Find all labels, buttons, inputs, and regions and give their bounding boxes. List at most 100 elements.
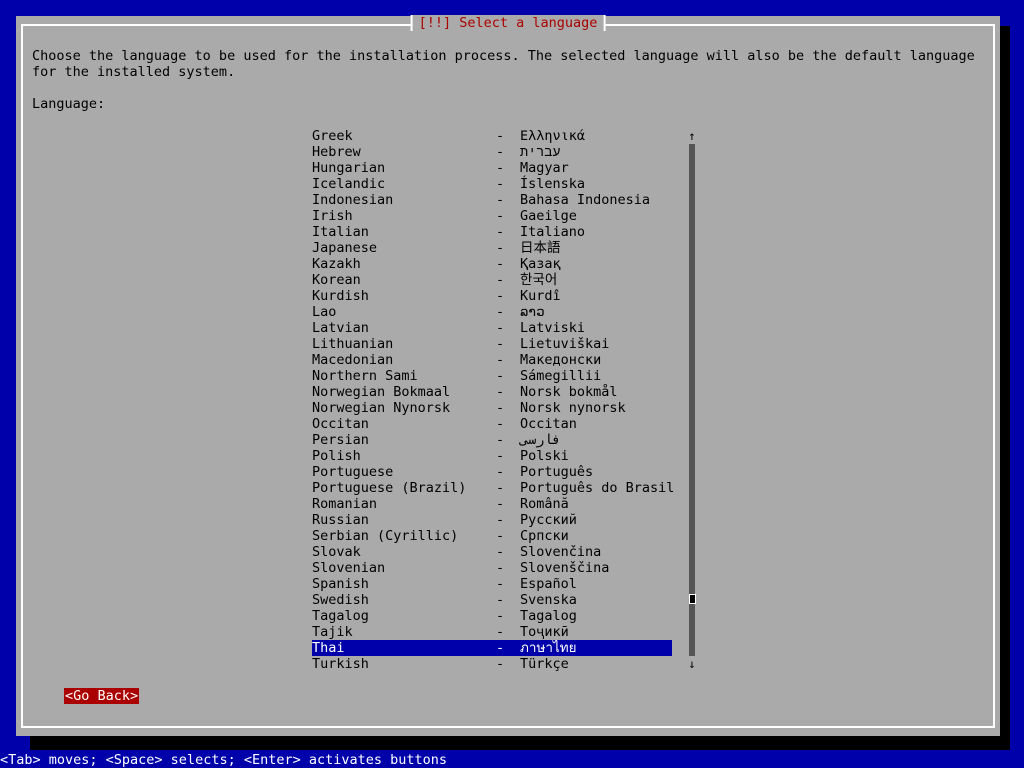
language-native-name: Română — [520, 496, 569, 512]
language-name: Turkish — [312, 656, 369, 672]
list-scrollbar[interactable]: ↑ ↓ — [688, 128, 696, 672]
go-back-button[interactable]: <Go Back> — [64, 688, 140, 704]
separator-dash: - — [496, 624, 505, 640]
language-option[interactable]: Kazakh - Қазақ — [312, 256, 672, 272]
language-native-name: Bahasa Indonesia — [520, 192, 651, 208]
language-option[interactable]: Irish - Gaeilge — [312, 208, 672, 224]
separator-dash: - — [496, 528, 505, 544]
language-option[interactable]: Swedish - Svenska — [312, 592, 672, 608]
language-option[interactable]: Northern Sami - Sámegillii — [312, 368, 672, 384]
language-native-name: Svenska — [520, 592, 577, 608]
language-dialog: [!!] Select a language Choose the langua… — [16, 15, 1000, 736]
language-native-name: فارسی — [520, 432, 561, 448]
separator-dash: - — [496, 320, 505, 336]
dialog-title: [!!] Select a language — [410, 15, 606, 31]
language-name: Portuguese — [312, 464, 394, 480]
language-native-name: Norsk bokmål — [520, 384, 618, 400]
language-name: Greek — [312, 128, 353, 144]
language-option[interactable]: Persian - فارسی — [312, 432, 672, 448]
separator-dash: - — [496, 544, 505, 560]
separator-dash: - — [496, 416, 505, 432]
language-option[interactable]: Kurdish - Kurdî — [312, 288, 672, 304]
language-native-name: 日本語 — [520, 240, 561, 256]
language-native-name: Türkçe — [520, 656, 569, 672]
language-list[interactable]: Greek - Ελληνικά Hebrew - עברית Hungarian - Magy… — [312, 128, 674, 672]
language-option[interactable]: Portuguese (Brazil) - Português do Brasil — [312, 480, 674, 496]
language-native-name: Ελληνικά — [520, 128, 586, 144]
language-native-name: Қазақ — [520, 256, 561, 272]
language-native-name: Gaeilge — [520, 208, 577, 224]
scroll-thumb[interactable] — [689, 594, 696, 604]
scroll-track[interactable] — [689, 144, 695, 656]
language-option[interactable]: Serbian (Cyrillic) - Српски — [312, 528, 672, 544]
language-native-name: Српски — [520, 528, 569, 544]
separator-dash: - — [496, 128, 505, 144]
language-name: Japanese — [312, 240, 378, 256]
separator-dash: - — [496, 304, 505, 320]
language-name: Portuguese (Brazil) — [312, 480, 467, 496]
separator-dash: - — [496, 480, 505, 496]
language-option[interactable]: Thai - ภาษาไทย — [312, 640, 672, 656]
language-native-name: ภาษาไทย — [520, 640, 577, 656]
language-label: Language: — [32, 96, 106, 112]
separator-dash: - — [496, 640, 505, 656]
scroll-down-arrow-icon[interactable]: ↓ — [688, 656, 696, 672]
separator-dash: - — [496, 592, 505, 608]
language-option[interactable]: Indonesian - Bahasa Indonesia — [312, 192, 672, 208]
language-option[interactable]: Icelandic - Íslenska — [312, 176, 672, 192]
separator-dash: - — [496, 448, 505, 464]
language-native-name: Sámegillii — [520, 368, 602, 384]
language-option[interactable]: Lithuanian - Lietuviškai — [312, 336, 672, 352]
language-option[interactable]: Hungarian - Magyar — [312, 160, 672, 176]
language-option[interactable]: Japanese - 日本語 — [312, 240, 672, 256]
language-name: Occitan — [312, 416, 369, 432]
language-native-name: Polski — [520, 448, 569, 464]
separator-dash: - — [496, 432, 505, 448]
language-option[interactable]: Polish - Polski — [312, 448, 672, 464]
language-option[interactable]: Greek - Ελληνικά — [312, 128, 672, 144]
language-name: Hungarian — [312, 160, 386, 176]
language-option[interactable]: Latvian - Latviski — [312, 320, 672, 336]
language-option[interactable]: Tagalog - Tagalog — [312, 608, 672, 624]
language-name: Kurdish — [312, 288, 369, 304]
language-name: Tajik — [312, 624, 353, 640]
language-option[interactable]: Slovenian - Slovenščina — [312, 560, 672, 576]
language-option[interactable]: Hebrew - עברית — [312, 144, 672, 160]
separator-dash: - — [496, 464, 505, 480]
language-option[interactable]: Tajik - Тоҷикӣ — [312, 624, 672, 640]
language-option[interactable]: Lao - ລາວ — [312, 304, 672, 320]
language-option[interactable]: Norwegian Nynorsk - Norsk nynorsk — [312, 400, 672, 416]
separator-dash: - — [496, 512, 505, 528]
language-name: Tagalog — [312, 608, 369, 624]
language-name: Kazakh — [312, 256, 361, 272]
language-option[interactable]: Portuguese - Português — [312, 464, 672, 480]
language-option[interactable]: Italian - Italiano — [312, 224, 672, 240]
language-option[interactable]: Norwegian Bokmaal - Norsk bokmål — [312, 384, 672, 400]
language-name: Norwegian Bokmaal — [312, 384, 451, 400]
language-name: Persian — [312, 432, 369, 448]
separator-dash: - — [496, 144, 505, 160]
dialog-description: Choose the language to be used for the i… — [32, 48, 983, 80]
language-option[interactable]: Romanian - Română — [312, 496, 672, 512]
language-option[interactable]: Slovak - Slovenčina — [312, 544, 672, 560]
separator-dash: - — [496, 368, 505, 384]
language-name: Swedish — [312, 592, 369, 608]
language-name: Hebrew — [312, 144, 361, 160]
language-name: Norwegian Nynorsk — [312, 400, 451, 416]
language-name: Irish — [312, 208, 353, 224]
language-native-name: Lietuviškai — [520, 336, 610, 352]
language-option[interactable]: Occitan - Occitan — [312, 416, 672, 432]
scroll-up-arrow-icon[interactable]: ↑ — [688, 128, 696, 144]
language-native-name: 한국어 — [520, 272, 558, 288]
language-name: Polish — [312, 448, 361, 464]
language-option[interactable]: Macedonian - Македонски — [312, 352, 672, 368]
language-name: Slovak — [312, 544, 361, 560]
language-option[interactable]: Turkish - Türkçe — [312, 656, 672, 672]
language-native-name: Тоҷикӣ — [520, 624, 569, 640]
language-native-name: Tagalog — [520, 608, 577, 624]
language-option[interactable]: Korean - 한국어 — [312, 272, 672, 288]
language-option[interactable]: Russian - Русский — [312, 512, 672, 528]
language-native-name: Latviski — [520, 320, 586, 336]
language-option[interactable]: Spanish - Español — [312, 576, 672, 592]
separator-dash: - — [496, 608, 505, 624]
